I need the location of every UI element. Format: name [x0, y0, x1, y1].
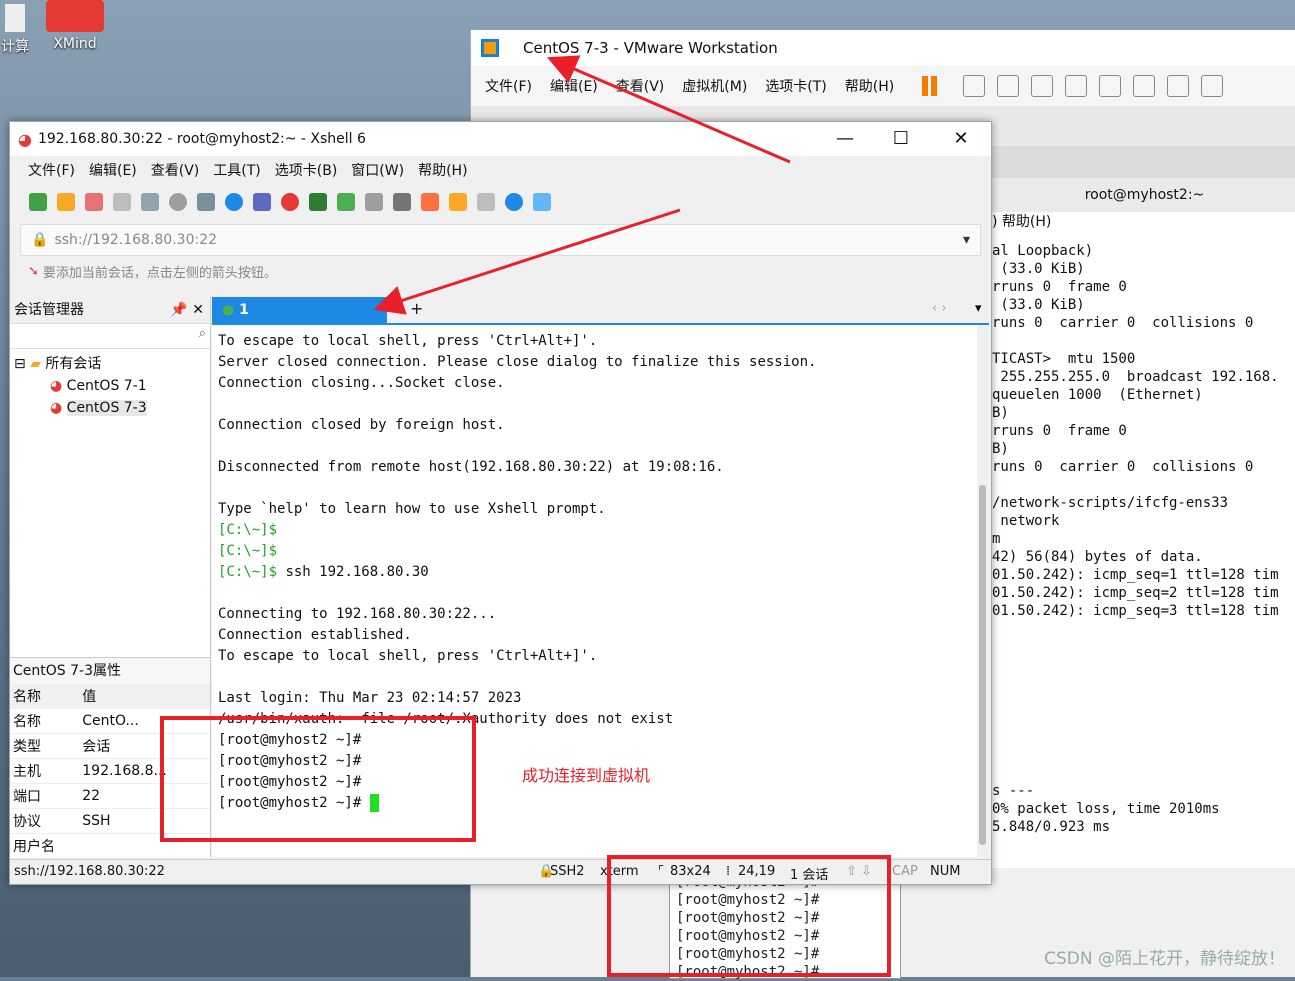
- watermark: CSDN @陌上花开，静待绽放！: [1044, 949, 1285, 969]
- annotation-arrows: [373, 55, 791, 315]
- arrow-to-vmware-title: [546, 55, 791, 164]
- arrow-to-xshell-tab: [373, 208, 681, 315]
